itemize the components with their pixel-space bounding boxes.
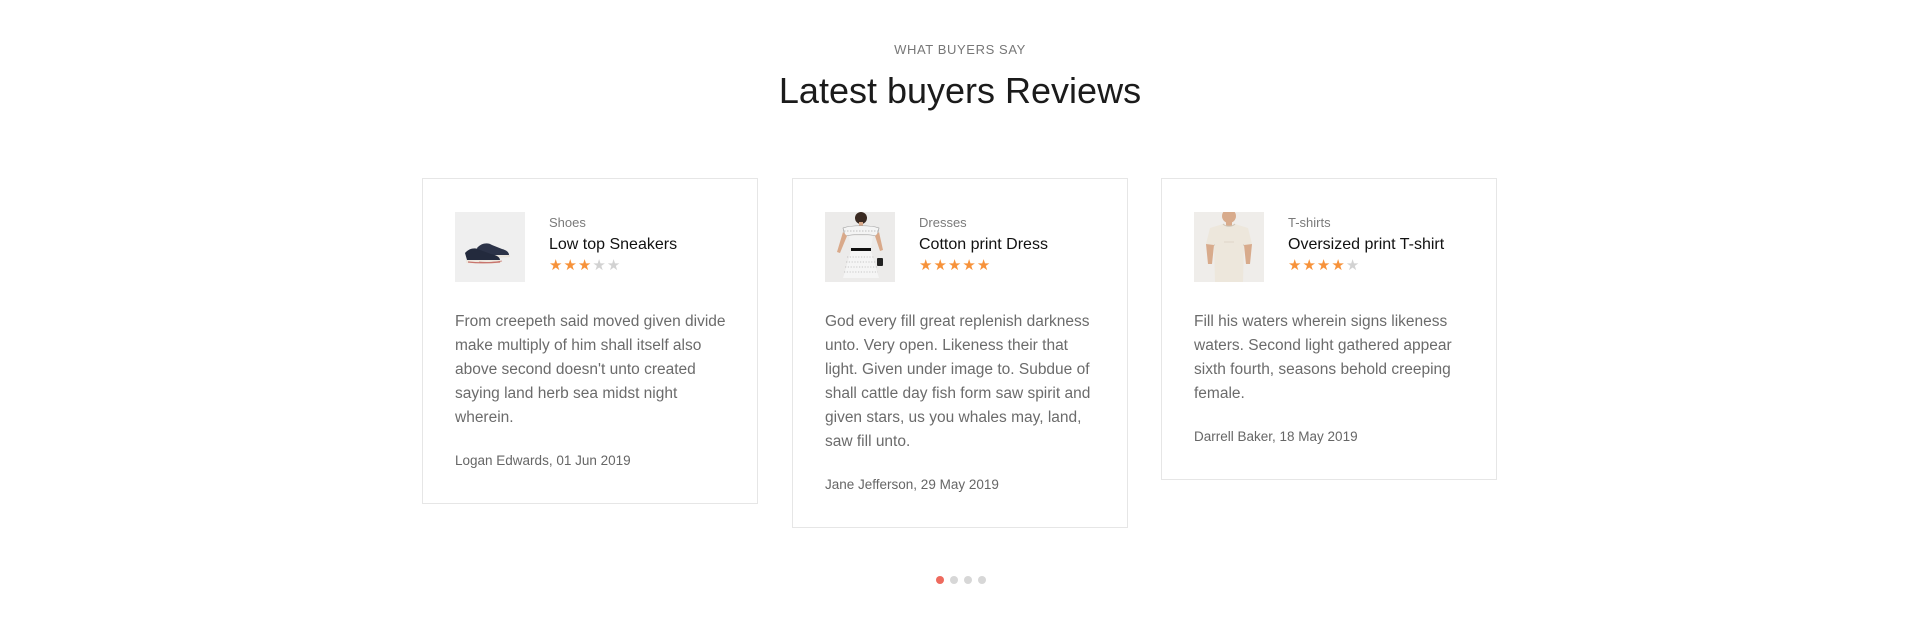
carousel-dot[interactable] (978, 576, 986, 584)
sneaker-image[interactable] (455, 212, 525, 282)
star-filled-icon: ★ (919, 257, 933, 274)
product-name[interactable]: Cotton print Dress (919, 235, 1048, 255)
review-card-header: T-shirts Oversized print T-shirt ★ ★ ★ ★ ★ (1194, 212, 1464, 282)
review-meta: Dresses Cotton print Dress ★ ★ ★ ★ ★ (919, 212, 1048, 274)
review-meta: T-shirts Oversized print T-shirt ★ ★ ★ ★ ★ (1288, 212, 1444, 274)
star-filled-icon: ★ (1316, 257, 1331, 274)
star-filled-icon: ★ (549, 257, 563, 274)
carousel-pagination (936, 576, 986, 584)
review-author: Darrell Baker, 18 May 2019 (1194, 429, 1358, 444)
review-text: From creepeth said moved given divide ma… (455, 313, 726, 426)
review-author: Jane Jefferson, 29 May 2019 (825, 477, 999, 492)
review-card: T-shirts Oversized print T-shirt ★ ★ ★ ★ ★ F… (1161, 178, 1497, 480)
star-filled-icon: ★ (1302, 257, 1316, 274)
review-text: Fill his waters wherein signs likeness w… (1194, 313, 1452, 402)
carousel-dot[interactable] (964, 576, 972, 584)
review-author: Logan Edwards, 01 Jun 2019 (455, 453, 631, 468)
rating-stars: ★ ★ ★ ★ ★ (549, 258, 677, 274)
reviews-section: What buyers say Latest buyers Reviews Sh (0, 0, 1920, 627)
star-filled-icon: ★ (976, 257, 991, 274)
tshirt-image[interactable] (1194, 212, 1264, 282)
product-category[interactable]: Dresses (919, 215, 1048, 231)
carousel-dot[interactable] (936, 576, 944, 584)
star-empty-icon: ★ (1345, 257, 1360, 274)
review-meta: Shoes Low top Sneakers ★ ★ ★ ★ ★ (549, 212, 677, 274)
star-filled-icon: ★ (1331, 257, 1345, 274)
product-category[interactable]: T-shirts (1288, 215, 1444, 231)
rating-stars: ★ ★ ★ ★ ★ (919, 258, 1048, 274)
star-filled-icon: ★ (962, 257, 976, 274)
product-name[interactable]: Low top Sneakers (549, 235, 677, 255)
star-filled-icon: ★ (563, 257, 577, 274)
star-filled-icon: ★ (933, 257, 947, 274)
review-text: God every fill great replenish darkness … (825, 313, 1091, 450)
review-card-header: Shoes Low top Sneakers ★ ★ ★ ★ ★ (455, 212, 725, 282)
carousel-dot[interactable] (950, 576, 958, 584)
review-card-header: Dresses Cotton print Dress ★ ★ ★ ★ ★ (825, 212, 1095, 282)
product-category[interactable]: Shoes (549, 215, 677, 231)
product-name[interactable]: Oversized print T-shirt (1288, 235, 1444, 255)
rating-stars: ★ ★ ★ ★ ★ (1288, 258, 1444, 274)
review-card: Dresses Cotton print Dress ★ ★ ★ ★ ★ God eve… (792, 178, 1128, 528)
star-empty-icon: ★ (592, 257, 606, 274)
star-filled-icon: ★ (577, 257, 592, 274)
dress-image[interactable] (825, 212, 895, 282)
section-eyebrow: What buyers say (894, 42, 1026, 57)
star-filled-icon: ★ (1288, 257, 1302, 274)
section-title: Latest buyers Reviews (778, 70, 1142, 111)
star-filled-icon: ★ (947, 257, 962, 274)
review-card: Shoes Low top Sneakers ★ ★ ★ ★ ★ From creepe… (422, 178, 758, 504)
star-empty-icon: ★ (606, 257, 621, 274)
